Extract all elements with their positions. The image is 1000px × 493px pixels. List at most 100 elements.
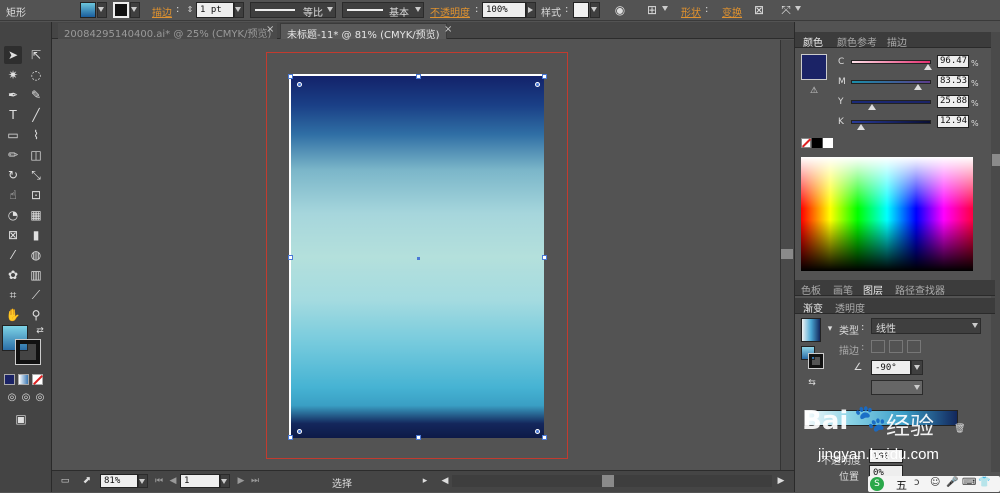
next-artboard-icon[interactable]: ▶ [234,474,248,488]
tab-stroke[interactable]: 描边 [887,34,907,49]
anchor-point[interactable] [297,82,302,87]
white-swatch[interactable] [823,138,833,148]
none-swatch[interactable] [801,138,812,148]
opacity-dropdown[interactable] [526,2,536,18]
ime-keyboard-icon[interactable]: ⌨ [962,477,976,488]
selection-tool-icon[interactable]: ➤ [4,46,22,64]
column-graph-tool-icon[interactable]: ▥ [27,266,45,284]
stepper-icon[interactable]: ⇕ [183,3,197,17]
type-tool-icon[interactable]: T [4,106,22,124]
magic-wand-tool-icon[interactable]: ✷ [4,66,22,84]
tab-close-icon[interactable]: × [444,24,452,35]
gradient-angle-field[interactable]: -90° [871,360,911,375]
gradient-preview-swatch[interactable] [801,318,821,342]
scroll-thumb[interactable] [781,249,793,259]
gradient-mode-icon[interactable] [18,374,29,385]
tab-color[interactable]: 颜色 [803,34,823,49]
isolate-icon[interactable]: ⊠ [752,3,766,17]
fill-swatch[interactable] [80,2,96,18]
options-dropdown[interactable] [793,2,803,18]
artboard-tool-icon[interactable]: ⌗ [4,286,22,304]
channel-k-field[interactable]: 12.94 [937,115,969,128]
free-transform-tool-icon[interactable]: ⊡ [27,186,45,204]
pen-tool-icon[interactable]: ✒ [4,86,22,104]
tab-transparency[interactable]: 透明度 [835,300,865,315]
scroll-left-icon[interactable]: ◀ [438,474,452,488]
eraser-tool-icon[interactable]: ◫ [27,146,45,164]
swap-colors-icon[interactable]: ⇄ [31,322,49,340]
stroke-dropdown[interactable] [130,2,140,18]
tab-layers[interactable]: 图层 [863,282,883,297]
transform-again-icon[interactable]: ⤧ [779,3,793,17]
stroke-gradient-box[interactable] [808,353,824,369]
anchor-point[interactable] [535,429,540,434]
tab-document-1[interactable]: 20084295140400.ai* @ 25% (CMYK/预览) [58,23,278,40]
ime-punct-icon[interactable]: ɔ [914,477,920,488]
stroke-color-box[interactable] [15,339,41,365]
gradient-type-dropdown[interactable]: 线性 [871,318,981,335]
stroke-within-icon[interactable] [871,340,885,353]
direct-selection-tool-icon[interactable]: ⇱ [27,46,45,64]
first-artboard-icon[interactable]: ⏮ [152,474,166,488]
shape-builder-tool-icon[interactable]: ◔ [4,206,22,224]
stroke-weight-field[interactable]: 1 pt [196,2,234,18]
panel-scroll-thumb[interactable] [992,154,1000,166]
hand-tool-icon[interactable]: ✋ [4,306,22,324]
horizontal-scrollbar[interactable] [452,475,772,487]
stroke-along-icon[interactable] [889,340,903,353]
scale-tool-icon[interactable]: ⤡ [27,166,45,184]
artboard-dropdown[interactable] [220,474,230,488]
screen-mode-icon[interactable]: ▣ [12,410,30,428]
anchor-point[interactable] [535,82,540,87]
warp-tool-icon[interactable]: ☝ [4,186,22,204]
selection-handle[interactable] [542,255,547,260]
gradient-tool-icon[interactable]: ▮ [27,226,45,244]
brush-dropdown[interactable]: 基本 [342,2,424,19]
pencil-tool-icon[interactable]: ✏ [4,146,22,164]
channel-m-thumb[interactable] [913,84,922,90]
tab-gradient[interactable]: 渐变 [803,300,823,315]
scroll-thumb[interactable] [602,475,614,487]
ime-mic-icon[interactable]: 🎤 [946,477,958,488]
gpu-icon[interactable]: ▭ [58,474,72,488]
prev-artboard-icon[interactable]: ◀ [166,474,180,488]
zoom-dropdown[interactable] [138,474,148,488]
channel-c-thumb[interactable] [924,64,933,70]
transform-label[interactable]: 变换 [722,4,742,19]
tab-pathfinder[interactable]: 路径查找器 [895,282,945,297]
last-artboard-icon[interactable]: ⏭ [248,474,262,488]
channel-c-slider[interactable] [851,60,931,64]
rectangle-tool-icon[interactable]: ▭ [4,126,22,144]
fill-color-swatch[interactable] [801,54,827,80]
selection-handle[interactable] [288,255,293,260]
paintbrush-tool-icon[interactable]: ⌇ [27,126,45,144]
recolor-icon[interactable]: ◉ [613,3,627,17]
gradient-angle-dropdown[interactable] [911,360,923,375]
stroke-weight-dropdown[interactable] [234,2,244,18]
tab-brushes[interactable]: 画笔 [833,282,853,297]
line-tool-icon[interactable]: ╱ [27,106,45,124]
mesh-tool-icon[interactable]: ⊠ [4,226,22,244]
align-icon[interactable]: ⊞ [645,3,659,17]
zoom-field[interactable]: 81% [100,474,138,488]
tab-document-2[interactable]: 未标题-11* @ 81% (CMYK/预览) [280,23,447,41]
color-mode-icon[interactable] [4,374,15,385]
tab-swatches[interactable]: 色板 [801,282,821,297]
draw-inside-icon[interactable]: ◎ [31,389,49,407]
align-dropdown[interactable] [660,2,670,18]
channel-y-thumb[interactable] [867,104,876,110]
color-spectrum[interactable] [801,157,973,271]
ime-mode-label[interactable]: 五 [896,477,907,493]
channel-k-thumb[interactable] [857,124,866,130]
symbol-sprayer-tool-icon[interactable]: ✿ [4,266,22,284]
eyedropper-tool-icon[interactable]: ⁄ [4,246,22,264]
channel-y-slider[interactable] [851,100,931,104]
share-icon[interactable]: ⬈ [80,474,94,488]
status-menu-icon[interactable]: ▸ [418,474,432,488]
channel-m-field[interactable]: 83.53 [937,75,969,88]
channel-c-field[interactable]: 96.47 [937,55,969,68]
ime-skin-icon[interactable]: 👕 [978,477,990,488]
fill-dropdown[interactable] [97,2,107,18]
reverse-gradient-icon[interactable]: ⇆ [805,376,819,390]
tab-color-guide[interactable]: 颜色参考 [837,34,877,49]
